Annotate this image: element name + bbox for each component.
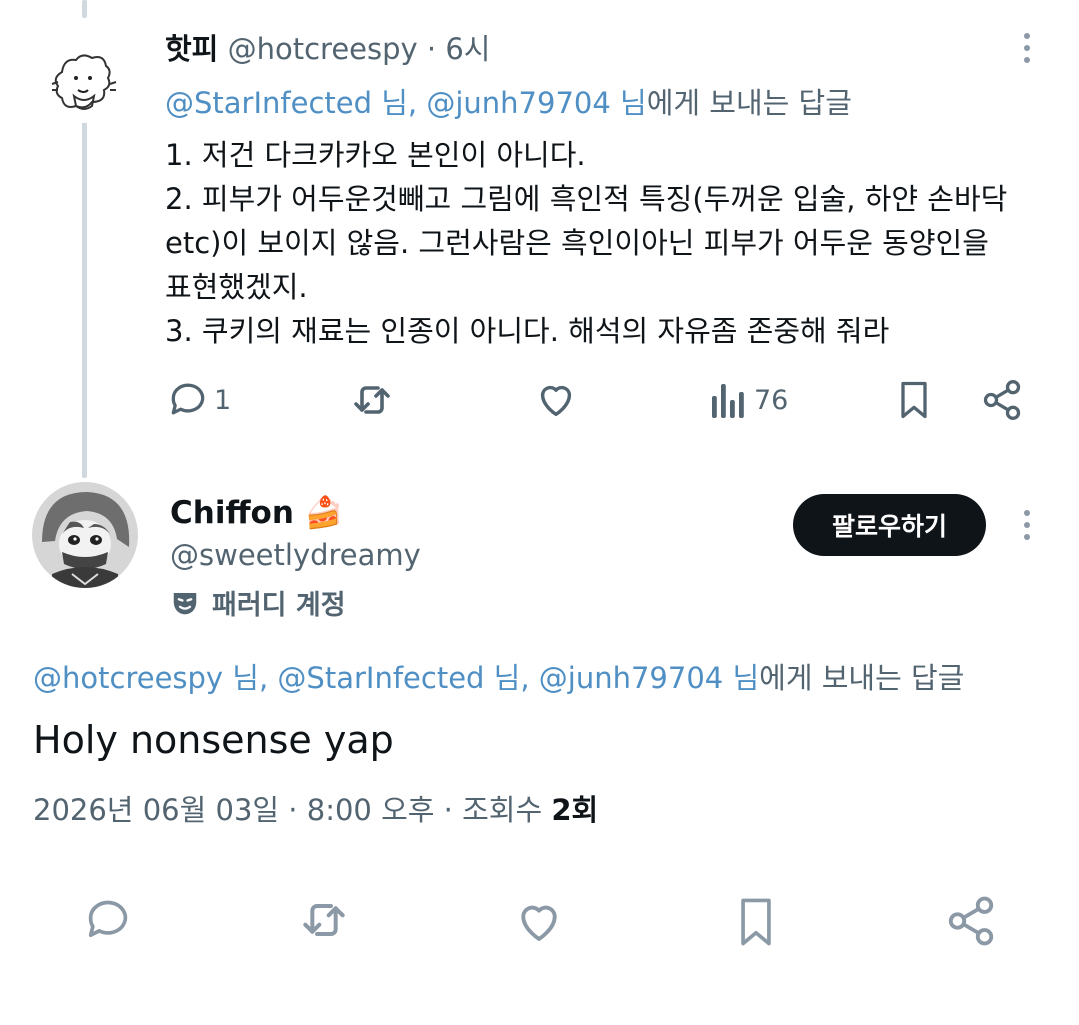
views-count: 76 — [754, 384, 789, 416]
main-like-button[interactable] — [512, 894, 566, 948]
main-bookmark-button[interactable] — [730, 894, 782, 950]
retweet-button[interactable] — [348, 376, 396, 424]
bookmark-button[interactable] — [892, 378, 936, 422]
main-reply-button[interactable] — [82, 894, 134, 946]
like-icon — [533, 376, 579, 422]
views-icon — [710, 380, 746, 420]
follow-button[interactable]: 팔로우하기 — [793, 494, 986, 556]
bookmark-icon — [892, 378, 936, 422]
main-display-name-row[interactable]: Chiffon 🍰 — [170, 494, 343, 531]
like-icon — [512, 894, 566, 948]
parody-label: 패러디 계정 — [212, 590, 346, 621]
thread-line-top — [82, 0, 87, 18]
views-button[interactable]: 76 — [710, 380, 788, 420]
main-display-name: Chiffon — [170, 495, 294, 531]
reply-header: 핫피 @hotcreespy · 6시 — [165, 26, 490, 68]
main-retweet-button[interactable] — [296, 892, 352, 948]
main-more-icon[interactable] — [1017, 510, 1037, 540]
tweet-date[interactable]: 2026년 06월 03일 · 8:00 오후 · 조회수 — [33, 793, 551, 827]
reply-time[interactable]: 6시 — [445, 32, 490, 66]
main-reply-to-suffix: 에게 보내는 답글 — [759, 661, 965, 695]
reply-button[interactable]: 1 — [166, 378, 231, 422]
reply-body: 1. 저건 다크카카오 본인이 아니다. 2. 피부가 어두운것빼고 그림에 흑… — [165, 133, 1045, 353]
cake-icon: 🍰 — [304, 495, 344, 531]
thread-line-bottom — [82, 120, 87, 478]
reply-line-4: 표현했겠지. — [165, 270, 308, 304]
tweet-meta: 2026년 06월 03일 · 8:00 오후 · 조회수 2회 — [33, 787, 598, 829]
reply-count: 1 — [214, 384, 232, 416]
reply-display-name[interactable]: 핫피 — [165, 32, 218, 66]
reply-to-mentions[interactable]: @StarInfected 님, @junh79704 님 — [165, 86, 647, 120]
like-button[interactable] — [533, 376, 579, 422]
reply-separator: · — [426, 32, 437, 66]
retweet-icon — [296, 892, 352, 948]
main-handle[interactable]: @sweetlydreamy — [170, 538, 421, 572]
reply-icon — [82, 894, 134, 946]
reply-handle[interactable]: @hotcreespy — [228, 32, 418, 66]
reply-icon — [166, 378, 210, 422]
reply-line-2: 2. 피부가 어두운것빼고 그림에 흑인적 특징(두꺼운 입술, 하얀 손바닥 — [165, 182, 1008, 216]
reply-line-1: 1. 저건 다크카카오 본인이 아니다. — [165, 138, 586, 172]
main-avatar[interactable] — [32, 482, 138, 588]
share-button[interactable] — [980, 378, 1024, 422]
reply-to-suffix: 에게 보내는 답글 — [646, 86, 852, 120]
main-share-button[interactable] — [944, 894, 998, 948]
tweet-views[interactable]: 2회 — [551, 793, 598, 827]
share-icon — [944, 894, 998, 948]
reply-more-icon[interactable] — [1017, 33, 1037, 63]
reply-to-line: @StarInfected 님, @junh79704 님에게 보내는 답글 — [165, 80, 852, 122]
parody-label-row: 패러디 계정 — [170, 583, 346, 622]
main-reply-to-line: @hotcreespy 님, @StarInfected 님, @junh797… — [33, 655, 964, 697]
main-reply-to-mentions[interactable]: @hotcreespy 님, @StarInfected 님, @junh797… — [33, 661, 759, 695]
share-icon — [980, 378, 1024, 422]
reply-line-3: etc)이 보이지 않음. 그런사람은 흑인이아닌 피부가 어두운 동양인을 — [165, 226, 989, 260]
main-tweet-text: Holy nonsense yap — [33, 718, 394, 762]
bookmark-icon — [730, 894, 782, 950]
mask-icon — [170, 588, 200, 618]
reply-avatar[interactable] — [44, 44, 124, 124]
reply-line-5: 3. 쿠키의 재료는 인종이 아니다. 해석의 자유좀 존중해 줘라 — [165, 314, 890, 348]
retweet-icon — [348, 376, 396, 424]
